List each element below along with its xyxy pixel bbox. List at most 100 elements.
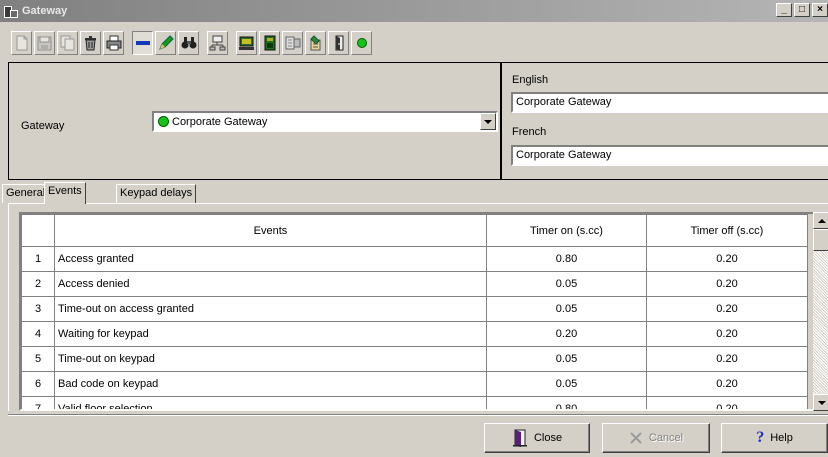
- badge-button[interactable]: [305, 31, 326, 55]
- chevron-up-icon: [817, 218, 826, 223]
- timer-off-cell[interactable]: 0.20: [646, 321, 808, 347]
- table-row[interactable]: 3 Time-out on access granted 0.05 0.20: [21, 296, 808, 322]
- gateway-label: Gateway: [21, 120, 65, 132]
- vertical-scrollbar[interactable]: [813, 212, 828, 411]
- maximize-button[interactable]: □: [794, 3, 810, 17]
- events-grid: Events Timer on (s.cc) Timer off (s.cc) …: [19, 212, 819, 411]
- copy-icon: [60, 35, 74, 51]
- timer-on-cell[interactable]: 0.80: [486, 246, 647, 272]
- status-button[interactable]: [351, 31, 372, 55]
- minimize-button[interactable]: _: [776, 3, 792, 17]
- scroll-down-button[interactable]: [813, 394, 828, 411]
- scroll-thumb[interactable]: [813, 229, 828, 251]
- timer-off-cell[interactable]: 0.20: [646, 246, 808, 272]
- title-bar: Gateway _ □ ×: [0, 0, 828, 22]
- scroll-up-button[interactable]: [813, 212, 828, 229]
- language-panel: English Corporate Gateway French Corpora…: [500, 62, 828, 180]
- timer-off-cell[interactable]: 0.20: [646, 271, 808, 297]
- delete-icon: [85, 36, 96, 51]
- event-name[interactable]: Time-out on keypad: [54, 346, 487, 372]
- line-icon: [135, 41, 150, 45]
- gateway-panel: Gateway Corporate Gateway English Corpor…: [8, 62, 828, 180]
- event-name[interactable]: Time-out on access granted: [54, 296, 487, 322]
- save-button[interactable]: [34, 31, 55, 55]
- close-button-label: Close: [533, 432, 563, 444]
- timer-off-header[interactable]: Timer off (s.cc): [646, 214, 808, 247]
- pencil-button[interactable]: [155, 31, 176, 55]
- row-number: 6: [21, 371, 55, 397]
- cancel-icon: [629, 431, 643, 445]
- cancel-button-label: Cancel: [648, 432, 684, 444]
- timer-on-cell[interactable]: 0.05: [486, 271, 647, 297]
- panel-button[interactable]: [259, 31, 280, 55]
- french-name-input[interactable]: Corporate Gateway: [511, 145, 828, 166]
- table-row[interactable]: 7 Valid floor selection 0.80 0.20: [21, 396, 808, 409]
- event-name[interactable]: Access granted: [54, 246, 487, 272]
- network-button[interactable]: [207, 31, 228, 55]
- timer-on-cell[interactable]: 0.05: [486, 296, 647, 322]
- english-name-input[interactable]: Corporate Gateway: [511, 92, 828, 113]
- copy-button[interactable]: [57, 31, 78, 55]
- table-row[interactable]: 5 Time-out on keypad 0.05 0.20: [21, 346, 808, 372]
- monitor-icon: [239, 36, 254, 50]
- window-title: Gateway: [22, 5, 68, 17]
- event-name[interactable]: Valid floor selection: [54, 396, 487, 409]
- row-number: 3: [21, 296, 55, 322]
- monitor-button[interactable]: [236, 31, 257, 55]
- cancel-button[interactable]: Cancel: [602, 423, 710, 453]
- table-row[interactable]: 2 Access denied 0.05 0.20: [21, 271, 808, 297]
- events-table: Events Timer on (s.cc) Timer off (s.cc) …: [21, 214, 808, 409]
- table-row[interactable]: 4 Waiting for keypad 0.20 0.20: [21, 321, 808, 347]
- table-row[interactable]: 6 Bad code on keypad 0.05 0.20: [21, 371, 808, 397]
- timer-off-cell[interactable]: 0.20: [646, 371, 808, 397]
- table-row[interactable]: 1 Access granted 0.80 0.20: [21, 246, 808, 272]
- network-icon: [209, 35, 226, 51]
- table-header-row: Events Timer on (s.cc) Timer off (s.cc): [21, 214, 808, 247]
- events-header[interactable]: Events: [54, 214, 487, 247]
- door-exit-icon: [512, 429, 528, 447]
- dropdown-arrow-button[interactable]: [480, 113, 496, 130]
- timer-off-cell[interactable]: 0.20: [646, 296, 808, 322]
- tab-events[interactable]: Events: [44, 182, 86, 204]
- delete-button[interactable]: [80, 31, 101, 55]
- new-icon: [16, 35, 27, 51]
- timer-off-cell[interactable]: 0.20: [646, 396, 808, 409]
- badge-icon: [309, 35, 320, 51]
- event-name[interactable]: Bad code on keypad: [54, 371, 487, 397]
- gateway-status-icon: [158, 116, 169, 127]
- french-label: French: [512, 126, 547, 138]
- print-button[interactable]: [103, 31, 124, 55]
- new-button[interactable]: [11, 31, 32, 55]
- row-number: 2: [21, 271, 55, 297]
- help-icon: ?: [756, 429, 765, 446]
- reader-button[interactable]: [282, 31, 303, 55]
- timer-on-cell[interactable]: 0.20: [486, 321, 647, 347]
- print-icon: [106, 35, 121, 51]
- line-tool-button[interactable]: [132, 31, 153, 55]
- status-icon: [356, 38, 367, 48]
- timer-on-cell[interactable]: 0.80: [486, 396, 647, 409]
- gateway-select-value: Corporate Gateway: [172, 115, 268, 128]
- timer-on-cell[interactable]: 0.05: [486, 346, 647, 372]
- door-button[interactable]: [328, 31, 349, 55]
- save-icon: [37, 36, 52, 50]
- binoculars-icon: [181, 37, 196, 49]
- tab-bar: General Events Keypad delays: [0, 182, 828, 204]
- timer-on-header[interactable]: Timer on (s.cc): [486, 214, 647, 247]
- gateway-window: Gateway _ □ × Gateway Corporate Gateway …: [0, 0, 828, 457]
- events-grid-frame: Events Timer on (s.cc) Timer off (s.cc) …: [8, 203, 828, 411]
- help-button[interactable]: ? Help: [721, 423, 828, 453]
- close-window-button[interactable]: ×: [812, 3, 828, 17]
- row-number-header: [21, 214, 55, 247]
- pencil-icon: [158, 35, 174, 50]
- tab-keypad-delays[interactable]: Keypad delays: [116, 184, 197, 203]
- timer-off-cell[interactable]: 0.20: [646, 346, 808, 372]
- gateway-select[interactable]: Corporate Gateway: [152, 111, 498, 132]
- close-button[interactable]: Close: [484, 423, 590, 453]
- timer-on-cell[interactable]: 0.05: [486, 371, 647, 397]
- english-label: English: [512, 74, 549, 86]
- tab-general[interactable]: General: [2, 184, 50, 203]
- search-button[interactable]: [178, 31, 199, 55]
- event-name[interactable]: Access denied: [54, 271, 487, 297]
- event-name[interactable]: Waiting for keypad: [54, 321, 487, 347]
